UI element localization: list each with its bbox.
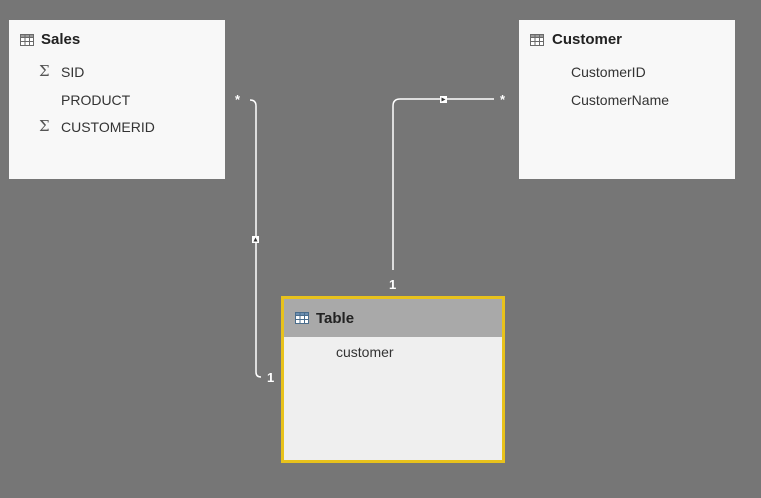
relationship-sales-table[interactable] [249, 99, 262, 378]
sigma-icon: Σ [39, 117, 50, 135]
cardinality-many-customer: * [500, 92, 506, 107]
table-header-sales[interactable]: Sales [9, 20, 225, 60]
field-customername[interactable]: CustomerName [571, 92, 669, 108]
table-icon [295, 312, 309, 324]
field-product[interactable]: PRODUCT [61, 92, 130, 108]
field-customer[interactable]: customer [336, 344, 394, 360]
table-icon [530, 34, 544, 46]
table-title-sales: Sales [41, 31, 81, 48]
table-card-sales[interactable]: Sales Σ SID PRODUCT Σ CUSTOMERID [9, 20, 225, 179]
table-card-table[interactable]: Table customer [281, 296, 505, 463]
cardinality-many-sales: * [235, 92, 241, 107]
table-icon [20, 34, 34, 46]
cardinality-one-table-customer: 1 [389, 277, 397, 292]
table-header-table[interactable]: Table [284, 299, 502, 337]
table-title-customer: Customer [552, 31, 623, 48]
field-sid[interactable]: SID [61, 64, 84, 80]
table-card-customer[interactable]: Customer CustomerID CustomerName [519, 20, 735, 179]
cardinality-one-table-sales: 1 [267, 370, 275, 385]
relationship-customer-table[interactable] [392, 96, 494, 270]
field-customerid[interactable]: CustomerID [571, 64, 646, 80]
table-header-customer[interactable]: Customer [519, 20, 735, 60]
sigma-icon: Σ [39, 62, 50, 80]
field-customerid[interactable]: CUSTOMERID [61, 119, 155, 135]
table-title-table: Table [316, 310, 355, 327]
